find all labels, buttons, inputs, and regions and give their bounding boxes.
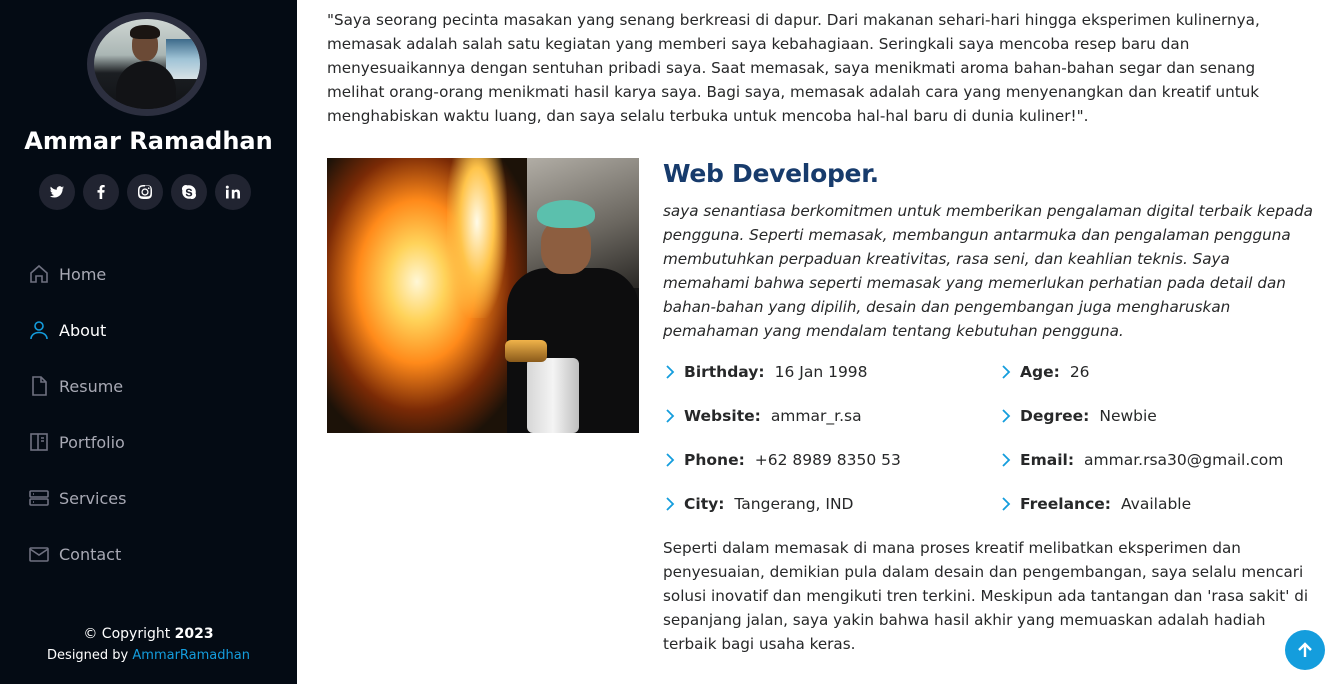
chevron-right-icon	[999, 497, 1013, 511]
credits: Designed by AmmarRamadhan	[47, 648, 250, 663]
credits-link[interactable]: AmmarRamadhan	[132, 648, 250, 663]
fact-age: Age: 26	[999, 360, 1317, 384]
facebook-icon[interactable]	[83, 174, 119, 210]
profile-photo-large	[327, 158, 639, 433]
home-icon	[28, 263, 50, 285]
nav-item-services[interactable]: Services	[28, 470, 126, 526]
chevron-right-icon	[999, 365, 1013, 379]
sidebar-footer: © Copyright 2023 Designed by AmmarRamadh…	[0, 626, 297, 663]
copyright: © Copyright 2023	[83, 626, 214, 642]
arrow-up-icon	[1298, 642, 1312, 657]
chevron-right-icon	[663, 365, 677, 379]
about-lead: saya senantiasa berkomitmen untuk member…	[663, 202, 1313, 340]
sidebar: Ammar Ramadhan Home About Resume Portfol…	[0, 0, 297, 684]
chevron-right-icon	[999, 453, 1013, 467]
linkedin-icon[interactable]	[215, 174, 251, 210]
nav-item-label: Portfolio	[59, 432, 125, 452]
nav-item-about[interactable]: About	[28, 302, 126, 358]
chevron-right-icon	[663, 453, 677, 467]
skype-icon[interactable]	[171, 174, 207, 210]
facts-list: Birthday: 16 Jan 1998 Age: 26 Website: a…	[663, 360, 1317, 516]
chevron-right-icon	[663, 497, 677, 511]
fact-email: Email: ammar.rsa30@gmail.com	[999, 448, 1317, 472]
about-section: "Saya seorang pecinta masakan yang senan…	[327, 8, 1317, 653]
nav-item-label: Home	[59, 264, 107, 284]
about-intro: "Saya seorang pecinta masakan yang senan…	[327, 11, 1260, 125]
profile-avatar	[87, 12, 207, 116]
nav-item-label: Resume	[59, 376, 124, 396]
instagram-icon[interactable]	[127, 174, 163, 210]
profile-name[interactable]: Ammar Ramadhan	[0, 127, 297, 155]
about-outro: Seperti dalam memasak di mana proses kre…	[663, 539, 1309, 653]
chevron-right-icon	[999, 409, 1013, 423]
file-icon	[28, 375, 50, 397]
fact-degree: Degree: Newbie	[999, 404, 1317, 428]
nav-item-contact[interactable]: Contact	[28, 526, 126, 582]
nav-item-resume[interactable]: Resume	[28, 358, 126, 414]
fact-city: City: Tangerang, IND	[663, 492, 999, 516]
nav-item-label: About	[59, 320, 107, 340]
person-icon	[28, 319, 50, 341]
nav-item-portfolio[interactable]: Portfolio	[28, 414, 126, 470]
nav-item-label: Contact	[59, 544, 122, 564]
envelope-icon	[28, 543, 50, 565]
nav-item-home[interactable]: Home	[28, 246, 126, 302]
main-nav: Home About Resume Portfolio Services Con…	[28, 246, 126, 582]
server-icon	[28, 487, 50, 509]
about-info: Web Developer. saya senantiasa berkomitm…	[663, 158, 1317, 656]
fact-freelance: Freelance: Available	[999, 492, 1317, 516]
profile-photo	[94, 19, 200, 109]
chevron-right-icon	[663, 409, 677, 423]
fact-birthday: Birthday: 16 Jan 1998	[663, 360, 999, 384]
about-title: Web Developer.	[663, 159, 879, 188]
book-half-icon	[28, 431, 50, 453]
nav-item-label: Services	[59, 488, 127, 508]
fact-phone: Phone: +62 8989 8350 53	[663, 448, 999, 472]
social-links	[39, 174, 251, 210]
twitter-icon[interactable]	[39, 174, 75, 210]
back-to-top-button[interactable]	[1285, 630, 1325, 670]
fact-website: Website: ammar_r.sa	[663, 404, 999, 428]
